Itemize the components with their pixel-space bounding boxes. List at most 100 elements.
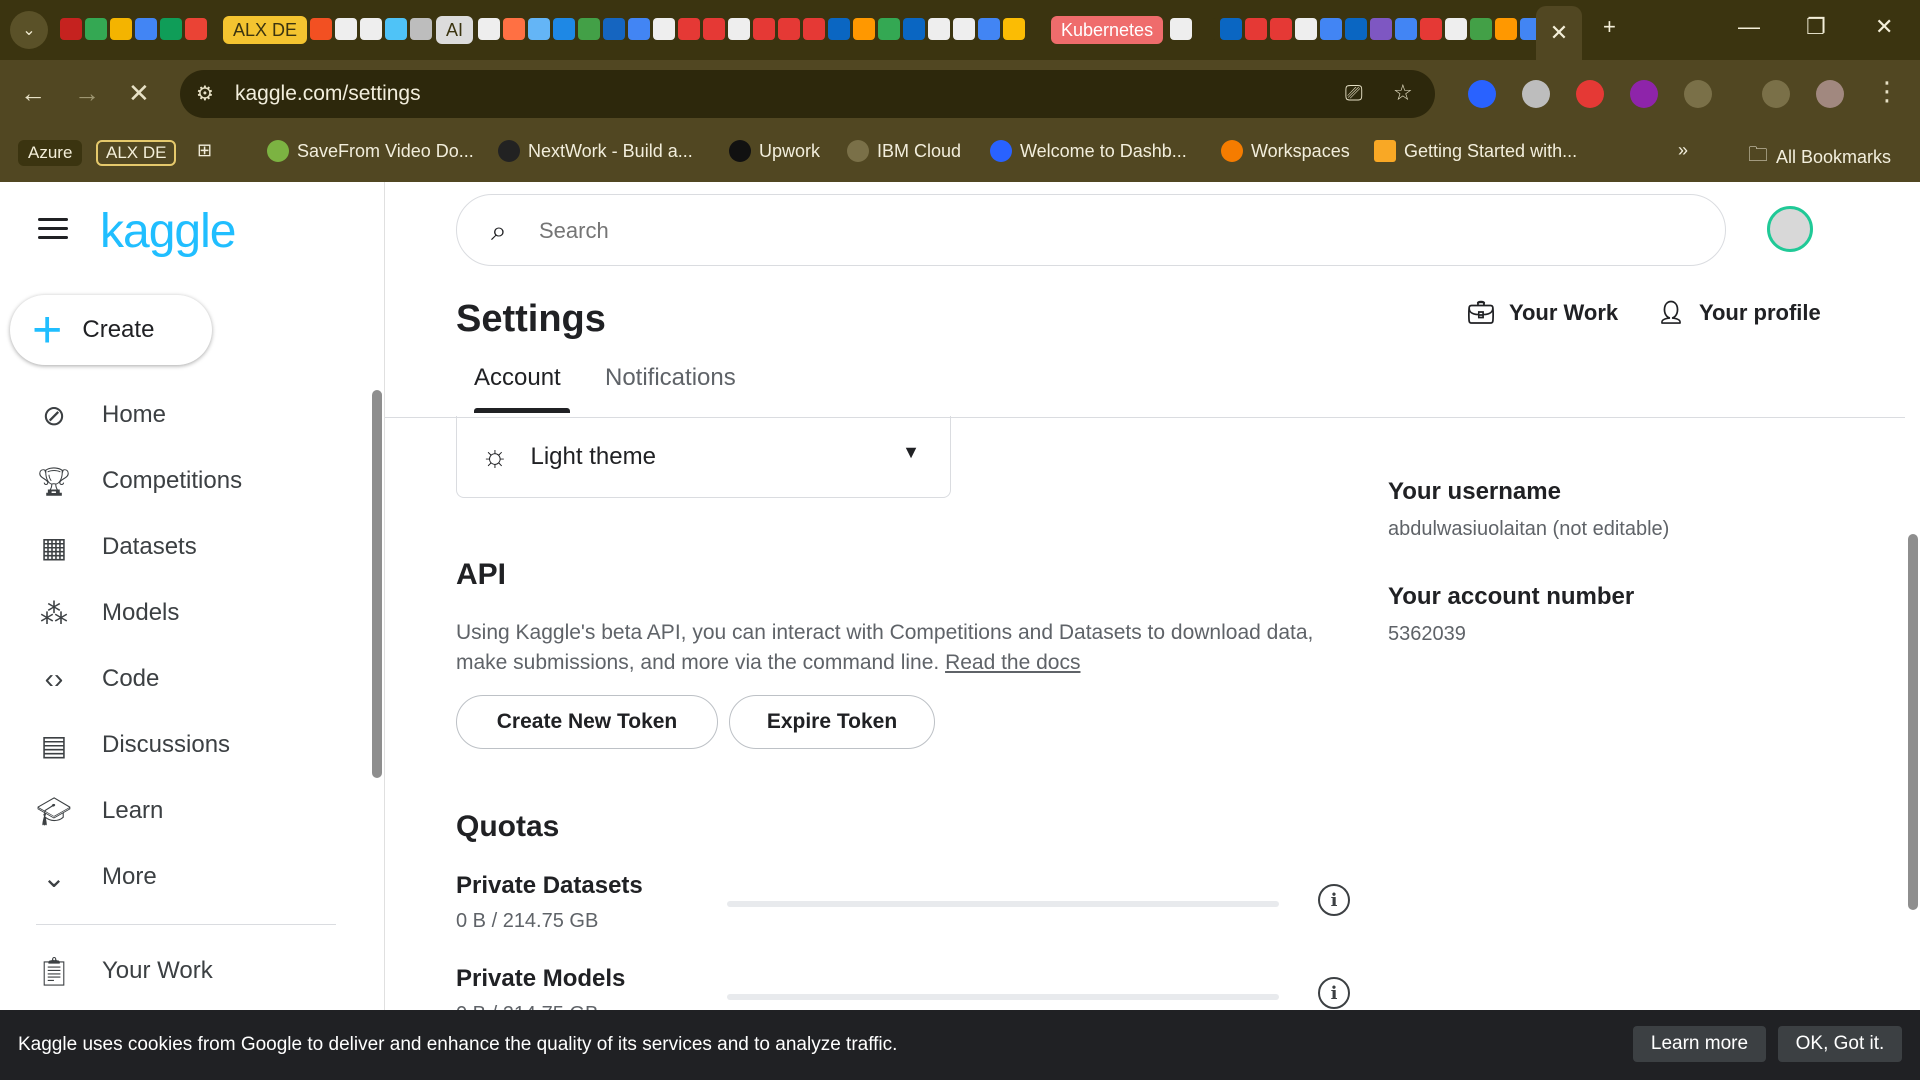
minimize-icon[interactable]: — xyxy=(1738,14,1760,40)
briefcase-icon: 💼︎ xyxy=(1467,300,1495,325)
site-info-icon[interactable]: ⚙ xyxy=(196,81,214,106)
info-icon[interactable]: i xyxy=(1318,977,1350,1009)
person-icon: 👤︎ xyxy=(1657,300,1685,325)
tab-favicons-group-1[interactable] xyxy=(310,18,432,40)
tab-favicons-group-3[interactable] xyxy=(1170,18,1542,40)
download-arrow-icon xyxy=(267,140,289,162)
create-new-token-button[interactable]: Create New Token xyxy=(456,695,718,749)
tab-account[interactable]: Account xyxy=(474,364,561,392)
tab-group-alx-de[interactable]: ALX DE xyxy=(223,16,308,44)
sidebar-item-code[interactable]: ‹› Code xyxy=(36,659,160,699)
hamburger-menu-icon[interactable] xyxy=(38,218,68,240)
discussion-icon: ▤ xyxy=(40,729,68,761)
extension-glasses-icon[interactable] xyxy=(1522,80,1550,108)
profile-avatar-icon[interactable] xyxy=(1816,80,1844,108)
username-label: Your username xyxy=(1388,478,1561,505)
install-app-icon[interactable]: ⎚ xyxy=(1345,80,1363,106)
bookmark-azure[interactable]: Azure xyxy=(18,140,83,166)
main-scrollbar[interactable] xyxy=(1908,534,1918,910)
sidebar-item-home[interactable]: ⊘ Home xyxy=(36,395,166,435)
pinned-tab-favicons[interactable] xyxy=(60,18,207,40)
all-bookmarks[interactable]: 🗀 All Bookmarks xyxy=(1748,140,1891,174)
tab-search-dropdown[interactable]: ⌄ xyxy=(10,11,48,49)
address-url[interactable]: kaggle.com/settings xyxy=(235,82,421,106)
restore-icon[interactable]: ❐ xyxy=(1806,14,1826,40)
username-value: abdulwasiuolaitan (not editable) xyxy=(1388,518,1670,540)
theme-dropdown[interactable]: ☼ Light theme ▼ xyxy=(456,416,951,498)
quota-value: 0 B / 214.75 GB xyxy=(456,910,599,932)
code-icon: ‹› xyxy=(44,663,64,694)
close-window-icon[interactable]: ✕ xyxy=(1875,14,1893,40)
workspaces-icon xyxy=(1221,140,1243,162)
new-tab-icon[interactable]: + xyxy=(1603,14,1616,40)
ok-got-it-button[interactable]: OK, Got it. xyxy=(1778,1026,1902,1062)
bookmark-star-icon[interactable]: ☆ xyxy=(1393,80,1413,106)
tab-favicons-group-2[interactable] xyxy=(478,18,1025,40)
create-button[interactable]: + Create xyxy=(10,295,212,365)
chevron-down-icon: ⌄ xyxy=(42,861,66,893)
sidebar-item-learn[interactable]: 🎓︎ Learn xyxy=(36,791,163,831)
bookmark-getting-started[interactable]: Getting Started with... xyxy=(1374,140,1577,162)
graduation-cap-icon: 🎓︎ xyxy=(36,795,72,827)
extension-c-icon[interactable] xyxy=(1468,80,1496,108)
search-input[interactable] xyxy=(539,213,1639,249)
page-title: Settings xyxy=(456,298,606,340)
quota-label: Private Models xyxy=(456,965,626,992)
extension-w-icon[interactable] xyxy=(1630,80,1658,108)
sidebar-item-datasets[interactable]: ▦ Datasets xyxy=(36,527,197,567)
bookmark-workspaces[interactable]: Workspaces xyxy=(1221,140,1350,162)
tab-notifications[interactable]: Notifications xyxy=(605,364,736,392)
bookmark-ibm-cloud[interactable]: IBM Cloud xyxy=(847,140,961,162)
forward-icon[interactable]: → xyxy=(74,78,100,109)
browser-menu-icon[interactable]: ⋮ xyxy=(1874,76,1900,107)
kaggle-logo[interactable]: kaggle xyxy=(100,204,236,259)
account-number-label: Your account number xyxy=(1388,583,1635,610)
quota-label: Private Datasets xyxy=(456,872,643,899)
back-icon[interactable]: ← xyxy=(20,78,46,109)
clipboard-icon: 📋︎ xyxy=(36,955,72,987)
sun-icon: ☼ xyxy=(481,439,509,473)
your-profile-link[interactable]: 👤︎ Your profile xyxy=(1657,300,1821,326)
apps-grid-icon[interactable]: ⊞ xyxy=(197,140,212,161)
address-bar[interactable]: ⚙ kaggle.com/settings ⎚ ☆ xyxy=(180,70,1435,118)
upwork-icon xyxy=(729,140,751,162)
extension-adblock-icon[interactable] xyxy=(1576,80,1604,108)
sidebar-item-more[interactable]: ⌄ More xyxy=(36,857,156,897)
bookmark-nextwork[interactable]: NextWork - Build a... xyxy=(498,140,693,162)
sidebar-item-your-work[interactable]: 📋︎ Your Work xyxy=(36,951,213,991)
more-bookmarks-icon[interactable]: » xyxy=(1678,140,1688,161)
bookmark-dashboard[interactable]: Welcome to Dashb... xyxy=(990,140,1187,162)
stop-loading-icon[interactable]: ✕ xyxy=(128,78,150,109)
info-icon[interactable]: i xyxy=(1318,884,1350,916)
trophy-icon: 🏆︎ xyxy=(36,465,72,497)
sidebar-item-competitions[interactable]: 🏆︎ Competitions xyxy=(36,461,242,501)
sidebar: kaggle + Create ⊘ Home 🏆︎ Competitions ▦… xyxy=(0,182,385,1080)
extensions-puzzle-icon[interactable] xyxy=(1684,80,1712,108)
avatar[interactable] xyxy=(1767,206,1813,252)
models-icon: ⁂ xyxy=(40,597,68,629)
bookmark-alx-de[interactable]: ALX DE xyxy=(96,140,177,166)
expire-token-button[interactable]: Expire Token xyxy=(729,695,935,749)
table-icon: ▦ xyxy=(40,531,68,563)
your-work-link[interactable]: 💼︎ Your Work xyxy=(1467,300,1618,326)
media-control-icon[interactable] xyxy=(1762,80,1790,108)
ibm-cloud-icon xyxy=(847,140,869,162)
sidebar-item-models[interactable]: ⁂ Models xyxy=(36,593,179,633)
main-content: ⌕ Settings 💼︎ Your Work 👤︎ Your profile … xyxy=(385,182,1920,1080)
sidebar-scrollbar[interactable] xyxy=(372,390,382,778)
search-bar[interactable]: ⌕ xyxy=(456,194,1726,266)
tab-group-ai[interactable]: AI xyxy=(436,16,474,44)
active-tab-close-icon[interactable]: ✕ xyxy=(1536,6,1582,60)
compass-icon: ⊘ xyxy=(42,399,66,431)
bookmarks-bar: Azure ALX DE ⊞ SaveFrom Video Do... Next… xyxy=(0,128,1920,182)
learn-more-button[interactable]: Learn more xyxy=(1633,1026,1766,1062)
folder-icon: 🗀 xyxy=(1748,144,1768,166)
tab-group-kubernetes[interactable]: Kubernetes xyxy=(1051,16,1164,44)
browser-tab-bar: ⌄ ALX DE AI Kubernetes ✕ + — ❐ ✕ xyxy=(0,0,1920,60)
c-logo-icon xyxy=(990,140,1012,162)
sidebar-item-discussions[interactable]: ▤ Discussions xyxy=(36,725,230,765)
read-the-docs-link[interactable]: Read the docs xyxy=(945,651,1080,674)
bookmark-savefrom[interactable]: SaveFrom Video Do... xyxy=(267,140,474,162)
bookmark-upwork[interactable]: Upwork xyxy=(729,140,820,162)
kaggle-page: kaggle + Create ⊘ Home 🏆︎ Competitions ▦… xyxy=(0,182,1920,1080)
